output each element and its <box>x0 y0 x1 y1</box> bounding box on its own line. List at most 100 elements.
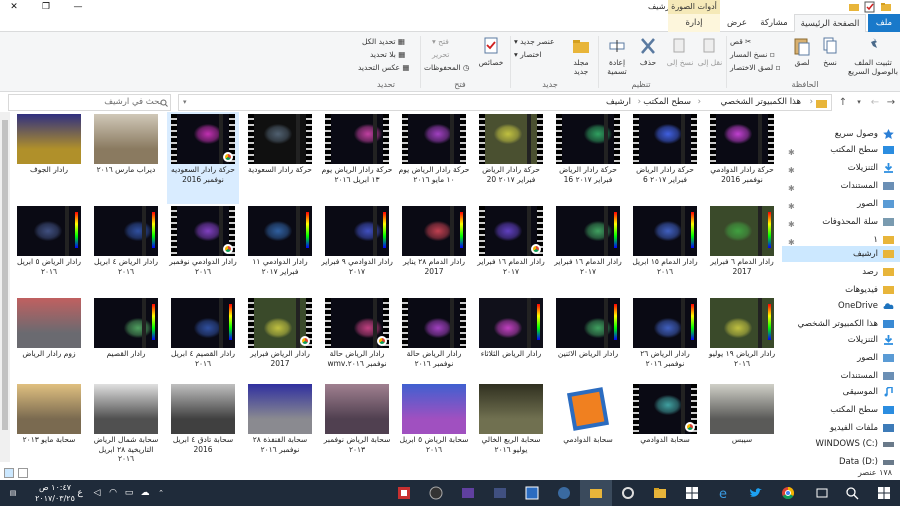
file-tile[interactable]: رادار الدمام ٦ فبراير 2017 <box>706 204 778 296</box>
open-button[interactable]: ▾ فتح <box>432 36 449 47</box>
taskbar-app-chrome[interactable] <box>772 480 804 506</box>
file-tile[interactable]: حركة رادار الرياض يوم ١٠ مايو ٢٠١٦ <box>398 112 470 204</box>
file-tile[interactable]: رادار الرياض ٤ ابريل ٢٠١٦ <box>90 204 162 296</box>
nav-item[interactable]: الصور <box>782 350 900 366</box>
file-tile[interactable]: حركة رادار السعودية <box>244 112 316 204</box>
nav-item[interactable]: سلة المحذوفات ✱ <box>782 214 900 230</box>
file-tile[interactable]: زوم رادار الرياض <box>13 296 85 388</box>
nav-item[interactable]: ارشيف <box>782 246 900 262</box>
file-tile[interactable]: رادار الرياض حالة نوفمبر ٢٠١٦.wmv <box>321 296 393 388</box>
nav-item[interactable]: OneDrive <box>782 298 900 314</box>
file-tile[interactable]: سحابة الرياض ٥ ابريل ٢٠١٦ <box>398 382 470 468</box>
address-dropdown-icon[interactable]: ▾ <box>183 95 187 110</box>
file-tile[interactable]: سيبس <box>706 382 778 468</box>
tab-manage[interactable]: إدارة <box>668 14 720 32</box>
breadcrumb-this-pc[interactable]: هذا الكمبيوتر الشخصي <box>721 95 801 110</box>
taskbar-app-paint[interactable] <box>388 480 420 506</box>
nav-item[interactable]: فيديوهات <box>782 282 900 298</box>
recent-locations-button[interactable]: ▾ <box>852 94 866 111</box>
taskbar-app-store[interactable] <box>676 480 708 506</box>
file-tile[interactable]: رادار الدمام ٢٨ يناير 2017 <box>398 204 470 296</box>
delete-button[interactable]: حذف <box>634 36 662 67</box>
nav-item[interactable]: ملفات الفيديو <box>782 420 900 436</box>
file-tile[interactable]: رادار الدوادمي ٩ فبراير ٢٠١٧ <box>321 204 393 296</box>
file-tile[interactable]: رادار الدمام ١٦ فبراير ٢٠١٧ <box>552 204 624 296</box>
file-tile[interactable]: رادار الرياض ١٩ يوليو ٢٠١٦ <box>706 296 778 388</box>
nav-item[interactable]: الموسيقى <box>782 384 900 400</box>
address-field[interactable]: هذا الكمبيوتر الشخصي › › سطح المكتب › ار… <box>178 94 832 111</box>
select-none-button[interactable]: بلا تحديد ▦ <box>370 49 405 60</box>
file-tile[interactable]: سحابة الربع الخالي يوليو ٢٠١٦ <box>475 382 547 468</box>
file-tile[interactable]: حركة رادار الرياض فبراير ٢٠١٧ 20 <box>475 112 547 204</box>
maximize-button[interactable]: ❐ <box>32 0 60 14</box>
nav-item[interactable]: التنزيلات <box>782 332 900 348</box>
file-tile[interactable]: رادار الجوف <box>13 112 85 204</box>
file-tile[interactable]: سحابة الدوادمي <box>629 382 701 468</box>
new-folder-button[interactable]: مجلد جديد <box>566 36 596 76</box>
taskbar-app-media[interactable] <box>420 480 452 506</box>
file-tile[interactable]: رادار الرياض فبراير 2017 <box>244 296 316 388</box>
file-tile[interactable]: رادار الدوادمي نوفمبر ٢٠١٦ <box>167 204 239 296</box>
details-view-button[interactable] <box>18 468 28 478</box>
task-view-button[interactable] <box>806 480 838 506</box>
properties-button[interactable]: خصائص <box>476 36 506 67</box>
close-button[interactable]: ✕ <box>0 0 28 14</box>
history-button[interactable]: المحفوظات ◷ <box>424 62 469 73</box>
copy-button[interactable]: نسخ <box>816 36 844 67</box>
taskbar-app-explorer-active[interactable] <box>580 480 612 506</box>
file-tile[interactable]: حركة رادار السعوديه نوفمبر 2016 <box>167 112 239 204</box>
properties-quick-icon[interactable] <box>864 1 876 13</box>
taskbar-app-twitter[interactable] <box>740 480 772 506</box>
file-tile[interactable]: رادار القصيم <box>90 296 162 388</box>
nav-item[interactable]: المستندات ✱ <box>782 178 900 194</box>
start-button[interactable] <box>868 480 900 506</box>
tab-home[interactable]: الصفحة الرئيسية <box>794 14 866 32</box>
battery-icon[interactable]: ▭ <box>122 480 136 506</box>
large-icons-view-button[interactable] <box>4 468 14 478</box>
search-box[interactable]: بحث في ارشيف <box>8 94 171 111</box>
volume-icon[interactable]: ◁ <box>90 480 104 506</box>
invert-selection-button[interactable]: عكس التحديد ▦ <box>358 62 409 73</box>
minimize-button[interactable]: — <box>64 0 92 14</box>
taskbar-app-photos[interactable] <box>516 480 548 506</box>
file-tile[interactable]: رادار الدوادمي ١١ فبراير ٢٠١٧ <box>244 204 316 296</box>
file-tile[interactable]: سحابة شمال الرياض التاريخية ٢٨ ابريل ٢٠١… <box>90 382 162 468</box>
search-input[interactable]: بحث في ارشيف <box>104 95 162 110</box>
nav-item[interactable]: وصول سريع <box>782 126 900 142</box>
nav-item[interactable]: الصور ✱ <box>782 196 900 212</box>
folder-quick-icon[interactable] <box>848 1 860 13</box>
copy-path-button[interactable]: نسخ المسار ▫ <box>730 49 775 60</box>
file-tile[interactable]: سحابة الدوادمي <box>552 382 624 468</box>
tab-share[interactable]: مشاركة <box>754 14 794 32</box>
paste-button[interactable]: لصق <box>788 36 816 67</box>
file-tile[interactable]: رادار الرياض ٥ ابريل ٢٠١٦ <box>13 204 85 296</box>
pin-quick-access-button[interactable]: تثبيت الملف بالوصول السريع <box>848 36 898 76</box>
nav-item[interactable]: المستندات <box>782 368 900 384</box>
nav-item[interactable]: التنزيلات ✱ <box>782 160 900 176</box>
file-tile[interactable]: رادار القصيم ٤ ابريل ٢٠١٦ <box>167 296 239 388</box>
taskbar-app-browser[interactable] <box>548 480 580 506</box>
file-tile[interactable]: ديراب مارس ٢٠١٦ <box>90 112 162 204</box>
nav-item[interactable]: سطح المكتب <box>782 402 900 418</box>
paste-shortcut-button[interactable]: لصق الاختصار ▫ <box>730 62 781 73</box>
file-tile[interactable]: حركة رادار الدوادمي نوفمبر 2016 <box>706 112 778 204</box>
taskbar-app-movie[interactable] <box>452 480 484 506</box>
taskbar-app-files[interactable] <box>644 480 676 506</box>
nav-item[interactable]: رصد <box>782 264 900 280</box>
nav-item[interactable]: هذا الكمبيوتر الشخصي <box>782 316 900 332</box>
nav-item[interactable]: WINDOWS (C:) <box>782 436 900 452</box>
search-taskbar-button[interactable] <box>836 480 868 506</box>
content-scrollbar[interactable] <box>0 112 10 462</box>
forward-button[interactable]: ← <box>868 94 882 111</box>
tab-file[interactable]: ملف <box>868 14 900 32</box>
move-to-button[interactable]: نقل إلى <box>696 36 724 67</box>
edit-button[interactable]: تحرير <box>432 49 449 60</box>
breadcrumb-desktop[interactable]: سطح المكتب <box>643 95 691 110</box>
back-button[interactable]: → <box>884 94 898 111</box>
file-tile[interactable]: رادار الدمام ١٦ فبراير ٢٠١٧ <box>475 204 547 296</box>
show-hidden-icons[interactable]: ⌃ <box>154 480 168 506</box>
scrollbar-thumb[interactable] <box>2 120 8 430</box>
notification-icon[interactable]: ▤ <box>2 480 24 506</box>
file-tile[interactable]: حركة رادار الرياض يوم ١٣ ابريل ٢٠١٦ <box>321 112 393 204</box>
taskbar-app-video[interactable] <box>484 480 516 506</box>
